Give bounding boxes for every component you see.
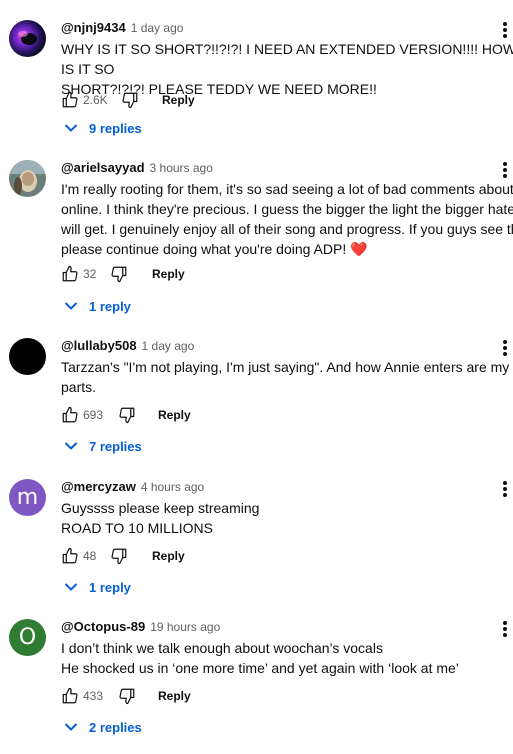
like-count: 2.6K [83, 93, 108, 107]
comment-actions: 2.6K Reply [60, 88, 360, 112]
comment-time[interactable]: 1 day ago [131, 21, 184, 35]
chevron-down-icon [63, 579, 79, 595]
author-handle[interactable]: @njnj9434 [61, 20, 126, 35]
comment-header: @arielsayyad 3 hours ago [61, 160, 213, 176]
comment-text: Tarzzan's "I'm not playing, I'm just say… [61, 359, 510, 395]
dislike-button[interactable] [109, 264, 129, 284]
thumbs-down-icon [119, 407, 135, 424]
avatar[interactable]: O [9, 619, 46, 656]
more-vert-icon [503, 22, 507, 38]
comment-text: I don’t think we talk enough about wooch… [61, 640, 459, 676]
replies-count: 9 replies [89, 120, 142, 136]
like-button[interactable] [60, 264, 80, 284]
chevron-down-icon [63, 120, 79, 136]
reply-button[interactable]: Reply [152, 547, 185, 565]
thumbs-down-icon [111, 548, 127, 565]
comment-time[interactable]: 4 hours ago [141, 480, 204, 494]
avatar-letter: m [16, 484, 39, 510]
dislike-button[interactable] [117, 405, 137, 425]
like-count: 433 [83, 689, 104, 703]
comment-actions: 48 Reply [60, 544, 360, 568]
author-handle[interactable]: @arielsayyad [61, 160, 145, 175]
reply-button[interactable]: Reply [158, 406, 191, 424]
comment-actions: 433 Reply [60, 684, 360, 708]
avatar-letter: O [18, 624, 37, 650]
comment-actions: 693 Reply [60, 403, 360, 427]
more-vert-icon [503, 481, 507, 497]
comment-time[interactable]: 1 day ago [142, 339, 195, 353]
comment-text: Guyssss please keep streaming ROAD TO 10… [61, 500, 260, 536]
comments-section: @njnj9434 1 day ago WHY IS IT SO SHORT?!!… [0, 0, 513, 754]
comment-time[interactable]: 19 hours ago [150, 620, 220, 634]
author-handle[interactable]: @Octopus-89 [61, 619, 145, 634]
view-replies-button[interactable]: 9 replies [63, 117, 142, 139]
reply-button[interactable]: Reply [162, 91, 195, 109]
more-vert-icon [503, 162, 507, 178]
author-handle[interactable]: @mercyzaw [61, 479, 136, 494]
comment-actions: 32 Reply [60, 262, 360, 286]
more-vert-icon [503, 621, 507, 637]
chevron-down-icon [63, 298, 79, 314]
chevron-down-icon [63, 438, 79, 454]
view-replies-button[interactable]: 7 replies [63, 435, 142, 457]
more-actions-button[interactable] [497, 20, 513, 40]
avatar[interactable] [9, 338, 46, 375]
dislike-button[interactable] [120, 90, 140, 110]
more-actions-button[interactable] [497, 338, 513, 358]
avatar[interactable] [9, 160, 46, 197]
like-count: 693 [83, 408, 104, 422]
dislike-button[interactable] [109, 546, 129, 566]
thumbs-down-icon [122, 92, 138, 109]
thumbs-up-icon [62, 265, 78, 282]
like-button[interactable] [60, 90, 80, 110]
like-button[interactable] [60, 686, 80, 706]
chevron-down-icon [63, 719, 79, 735]
heart-emoji: ❤️ [350, 241, 368, 257]
more-actions-button[interactable] [497, 619, 513, 639]
comment-header: @Octopus-89 19 hours ago [61, 619, 220, 635]
like-count: 32 [83, 267, 97, 281]
replies-count: 1 reply [89, 579, 131, 595]
view-replies-button[interactable]: 2 replies [63, 716, 142, 738]
thumbs-up-icon [62, 687, 78, 704]
replies-count: 7 replies [89, 438, 142, 454]
comment-text: I'm really rooting for them, it's so sad… [61, 179, 513, 259]
more-vert-icon [503, 340, 507, 356]
replies-count: 2 replies [89, 719, 142, 735]
comment-header: @mercyzaw 4 hours ago [61, 479, 204, 495]
reply-button[interactable]: Reply [158, 687, 191, 705]
dislike-button[interactable] [117, 686, 137, 706]
comment-text-content: I'm really rooting for them, it's so sad… [61, 181, 513, 257]
reply-button[interactable]: Reply [152, 265, 185, 283]
replies-count: 1 reply [89, 298, 131, 314]
avatar[interactable]: m [9, 479, 46, 516]
thumbs-down-icon [111, 266, 127, 283]
like-button[interactable] [60, 405, 80, 425]
thumbs-up-icon [62, 91, 78, 108]
like-count: 48 [83, 549, 97, 563]
comment-header: @lullaby508 1 day ago [61, 338, 194, 354]
thumbs-down-icon [119, 688, 135, 705]
comment-header: @njnj9434 1 day ago [61, 20, 183, 36]
more-actions-button[interactable] [497, 479, 513, 499]
avatar[interactable] [9, 20, 46, 57]
comment-time[interactable]: 3 hours ago [150, 161, 213, 175]
view-replies-button[interactable]: 1 reply [63, 295, 131, 317]
thumbs-up-icon [62, 406, 78, 423]
view-replies-button[interactable]: 1 reply [63, 576, 131, 598]
author-handle[interactable]: @lullaby508 [61, 338, 137, 353]
thumbs-up-icon [62, 547, 78, 564]
like-button[interactable] [60, 546, 80, 566]
more-actions-button[interactable] [497, 160, 513, 180]
